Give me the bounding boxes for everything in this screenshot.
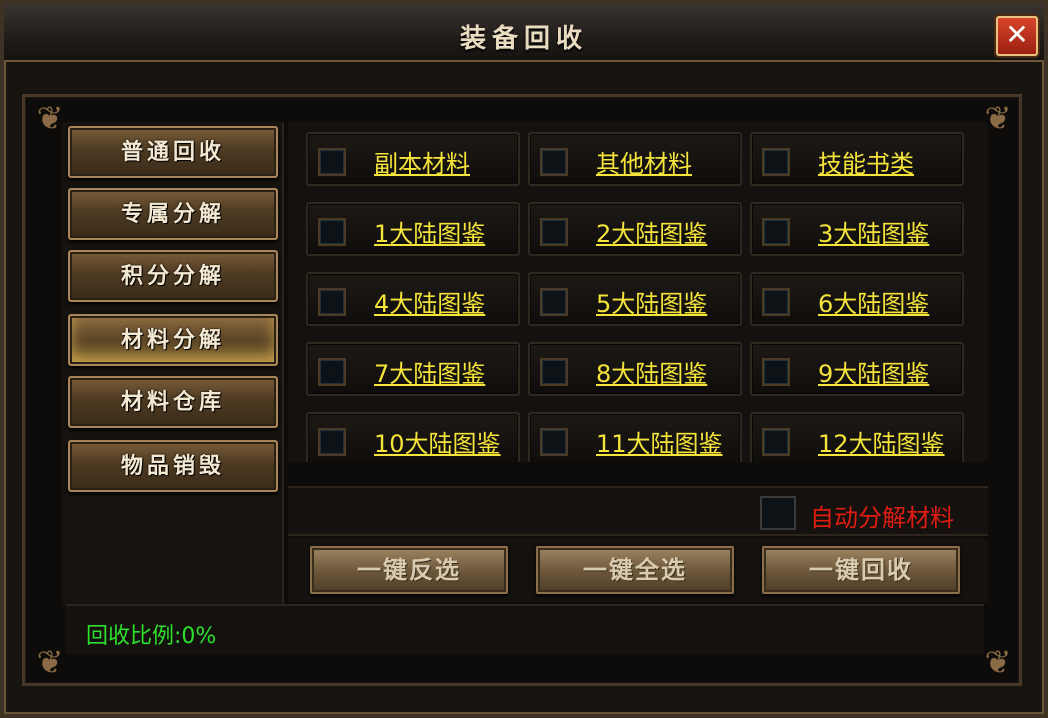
list-item[interactable]: 技能书类	[750, 132, 964, 186]
list-item[interactable]: 2大陆图鉴	[528, 202, 742, 256]
list-item[interactable]: 8大陆图鉴	[528, 342, 742, 396]
sidebar-item-material-storage[interactable]: 材料仓库	[68, 376, 278, 428]
checkbox[interactable]	[318, 148, 346, 176]
checkbox[interactable]	[762, 428, 790, 456]
checkbox[interactable]	[318, 218, 346, 246]
item-label[interactable]: 8大陆图鉴	[596, 354, 707, 389]
checkbox[interactable]	[540, 358, 568, 386]
checkbox[interactable]	[762, 288, 790, 316]
list-item[interactable]: 12大陆图鉴	[750, 412, 964, 462]
sidebar-item-material-decompose[interactable]: 材料分解	[68, 314, 278, 366]
auto-decompose-row: 自动分解材料	[288, 486, 988, 536]
close-button[interactable]: ✕	[996, 16, 1038, 56]
sidebar-item-points-decompose[interactable]: 积分分解	[68, 250, 278, 302]
recycle-all-button[interactable]: 一键回收	[762, 546, 960, 594]
item-label[interactable]: 4大陆图鉴	[374, 284, 485, 319]
recycle-ratio-text: 回收比例:0%	[86, 624, 217, 649]
checkbox[interactable]	[762, 218, 790, 246]
item-label[interactable]: 7大陆图鉴	[374, 354, 485, 389]
checkbox[interactable]	[540, 288, 568, 316]
checkbox[interactable]	[318, 288, 346, 316]
item-label[interactable]: 10大陆图鉴	[374, 424, 501, 459]
item-label[interactable]: 9大陆图鉴	[818, 354, 929, 389]
list-item[interactable]: 4大陆图鉴	[306, 272, 520, 326]
list-item[interactable]: 11大陆图鉴	[528, 412, 742, 462]
title-bar: 装备回收	[4, 4, 1044, 62]
list-item[interactable]: 7大陆图鉴	[306, 342, 520, 396]
auto-decompose-checkbox[interactable]	[760, 496, 796, 530]
checkbox[interactable]	[762, 148, 790, 176]
auto-decompose-label: 自动分解材料	[810, 504, 954, 532]
item-label[interactable]: 技能书类	[818, 144, 914, 179]
item-label[interactable]: 3大陆图鉴	[818, 214, 929, 249]
list-item[interactable]: 副本材料	[306, 132, 520, 186]
item-label[interactable]: 副本材料	[374, 144, 470, 179]
item-label[interactable]: 2大陆图鉴	[596, 214, 707, 249]
checkbox[interactable]	[540, 218, 568, 246]
checkbox[interactable]	[762, 358, 790, 386]
list-item[interactable]: 9大陆图鉴	[750, 342, 964, 396]
list-item[interactable]: 其他材料	[528, 132, 742, 186]
item-label[interactable]: 5大陆图鉴	[596, 284, 707, 319]
checkbox[interactable]	[540, 428, 568, 456]
status-bar: 回收比例:0%	[66, 604, 984, 654]
window-title: 装备回收	[459, 24, 588, 54]
item-label[interactable]: 6大陆图鉴	[818, 284, 929, 319]
material-grid: 副本材料 其他材料 技能书类 1大陆图鉴 2大陆图鉴 3大陆图鉴 4大陆图鉴 5…	[288, 122, 988, 462]
select-all-button[interactable]: 一键全选	[536, 546, 734, 594]
sidebar-item-exclusive-decompose[interactable]: 专属分解	[68, 188, 278, 240]
invert-selection-button[interactable]: 一键反选	[310, 546, 508, 594]
action-bar: 一键反选 一键全选 一键回收	[288, 538, 988, 602]
item-label[interactable]: 11大陆图鉴	[596, 424, 723, 459]
checkbox[interactable]	[318, 358, 346, 386]
category-sidebar: 普通回收 专属分解 积分分解 材料分解 材料仓库 物品销毁	[62, 122, 284, 606]
list-item[interactable]: 10大陆图鉴	[306, 412, 520, 462]
checkbox[interactable]	[318, 428, 346, 456]
list-item[interactable]: 6大陆图鉴	[750, 272, 964, 326]
checkbox[interactable]	[540, 148, 568, 176]
item-label[interactable]: 12大陆图鉴	[818, 424, 945, 459]
item-label[interactable]: 其他材料	[596, 144, 692, 179]
list-item[interactable]: 3大陆图鉴	[750, 202, 964, 256]
list-item[interactable]: 1大陆图鉴	[306, 202, 520, 256]
sidebar-item-item-destroy[interactable]: 物品销毁	[68, 440, 278, 492]
sidebar-item-normal-recycle[interactable]: 普通回收	[68, 126, 278, 178]
item-label[interactable]: 1大陆图鉴	[374, 214, 485, 249]
list-item[interactable]: 5大陆图鉴	[528, 272, 742, 326]
